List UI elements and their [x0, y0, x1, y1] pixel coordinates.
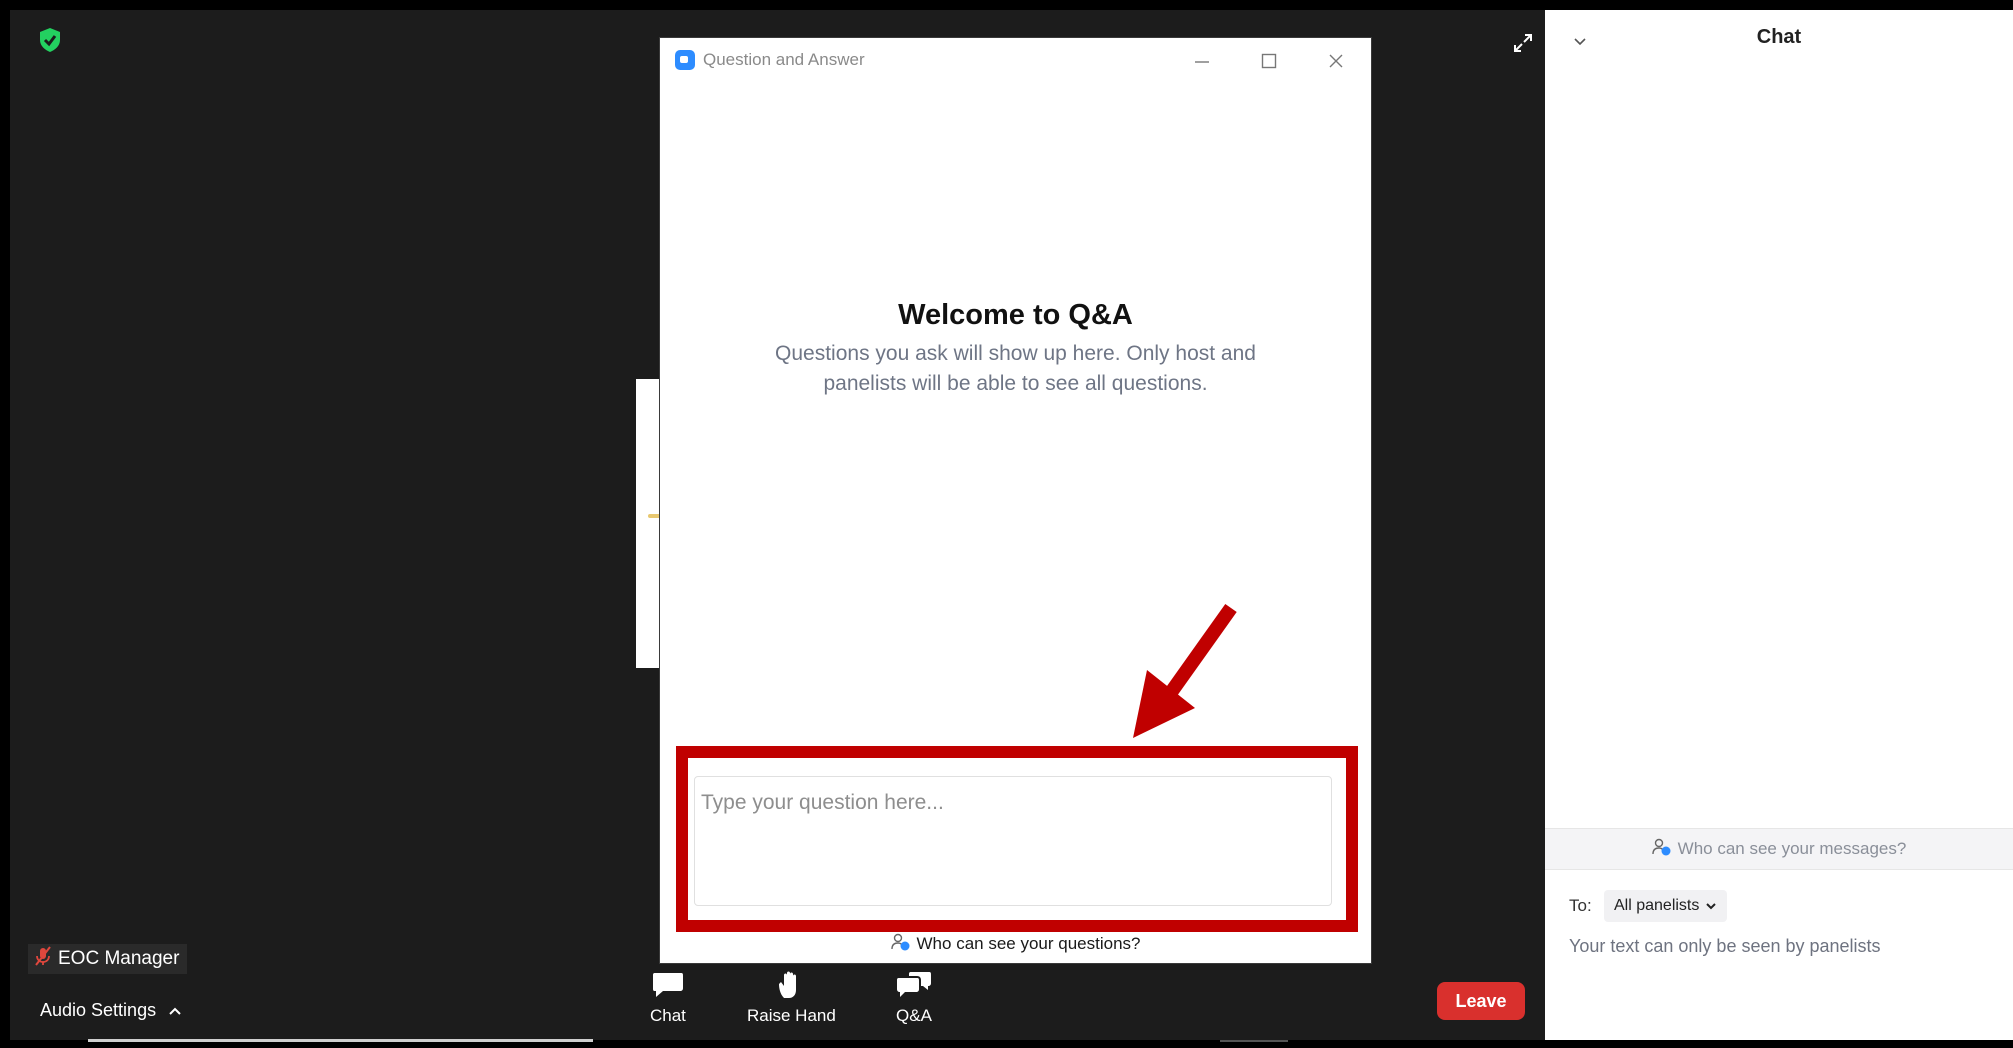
- people-info-icon: [1651, 837, 1672, 862]
- qa-bubbles-icon: [897, 972, 931, 997]
- chevron-up-icon: [168, 1000, 182, 1021]
- chat-recipient-value: All panelists: [1614, 897, 1700, 914]
- qa-window: Question and Answer Welcome to Q&A Quest…: [660, 38, 1371, 963]
- participant-name-tag: EOC Manager: [28, 944, 188, 974]
- qa-titlebar[interactable]: Question and Answer: [660, 38, 1371, 82]
- chat-button-label: Chat: [650, 1006, 686, 1025]
- qa-window-title: Question and Answer: [703, 50, 865, 69]
- chat-panel: Chat Who can see your messages? To: All …: [1545, 10, 2013, 1040]
- question-input[interactable]: [694, 776, 1332, 906]
- chat-bubble-icon: [652, 973, 683, 997]
- zoom-app-icon: [675, 50, 695, 70]
- leave-button[interactable]: Leave: [1437, 982, 1525, 1020]
- audio-settings-label: Audio Settings: [40, 1000, 157, 1020]
- chat-who-can-see-link[interactable]: Who can see your messages?: [1545, 828, 2013, 870]
- chevron-down-icon: [1705, 897, 1717, 915]
- chat-to-label: To:: [1569, 896, 1592, 915]
- close-icon[interactable]: [1316, 44, 1356, 78]
- qa-welcome-text: Questions you ask will show up here. Onl…: [775, 342, 1256, 395]
- raise-hand-button[interactable]: Raise Hand: [747, 970, 836, 1026]
- raise-hand-label: Raise Hand: [747, 1006, 836, 1025]
- hand-icon: [779, 971, 797, 998]
- qa-button[interactable]: Q&A: [895, 970, 933, 1026]
- bottom-divider-right: [1220, 1040, 1288, 1042]
- qa-button-label: Q&A: [896, 1006, 932, 1025]
- bottom-divider: [88, 1039, 593, 1042]
- qa-welcome-title: Welcome to Q&A: [898, 299, 1133, 331]
- muted-mic-icon: [34, 946, 52, 972]
- annotation-arrow: [1133, 603, 1237, 738]
- chat-button[interactable]: Chat: [650, 970, 686, 1026]
- qa-who-can-see-link[interactable]: Who can see your questions?: [660, 931, 1371, 957]
- shield-check-icon[interactable]: [34, 24, 66, 56]
- audio-settings-button[interactable]: Audio Settings: [40, 1000, 182, 1021]
- chat-title: Chat: [1756, 26, 1802, 48]
- minimize-icon[interactable]: [1182, 44, 1222, 78]
- chat-visibility-note: Your text can only be seen by panelists: [1569, 936, 1881, 956]
- chat-who-can-see-text: Who can see your messages?: [1677, 839, 1907, 858]
- qa-who-can-see-text: Who can see your questions?: [916, 934, 1141, 953]
- participant-name: EOC Manager: [58, 948, 180, 969]
- expand-icon[interactable]: [1504, 24, 1542, 62]
- people-info-icon: [890, 932, 911, 957]
- chat-recipient-dropdown[interactable]: All panelists: [1604, 890, 1728, 922]
- maximize-icon[interactable]: [1249, 44, 1289, 78]
